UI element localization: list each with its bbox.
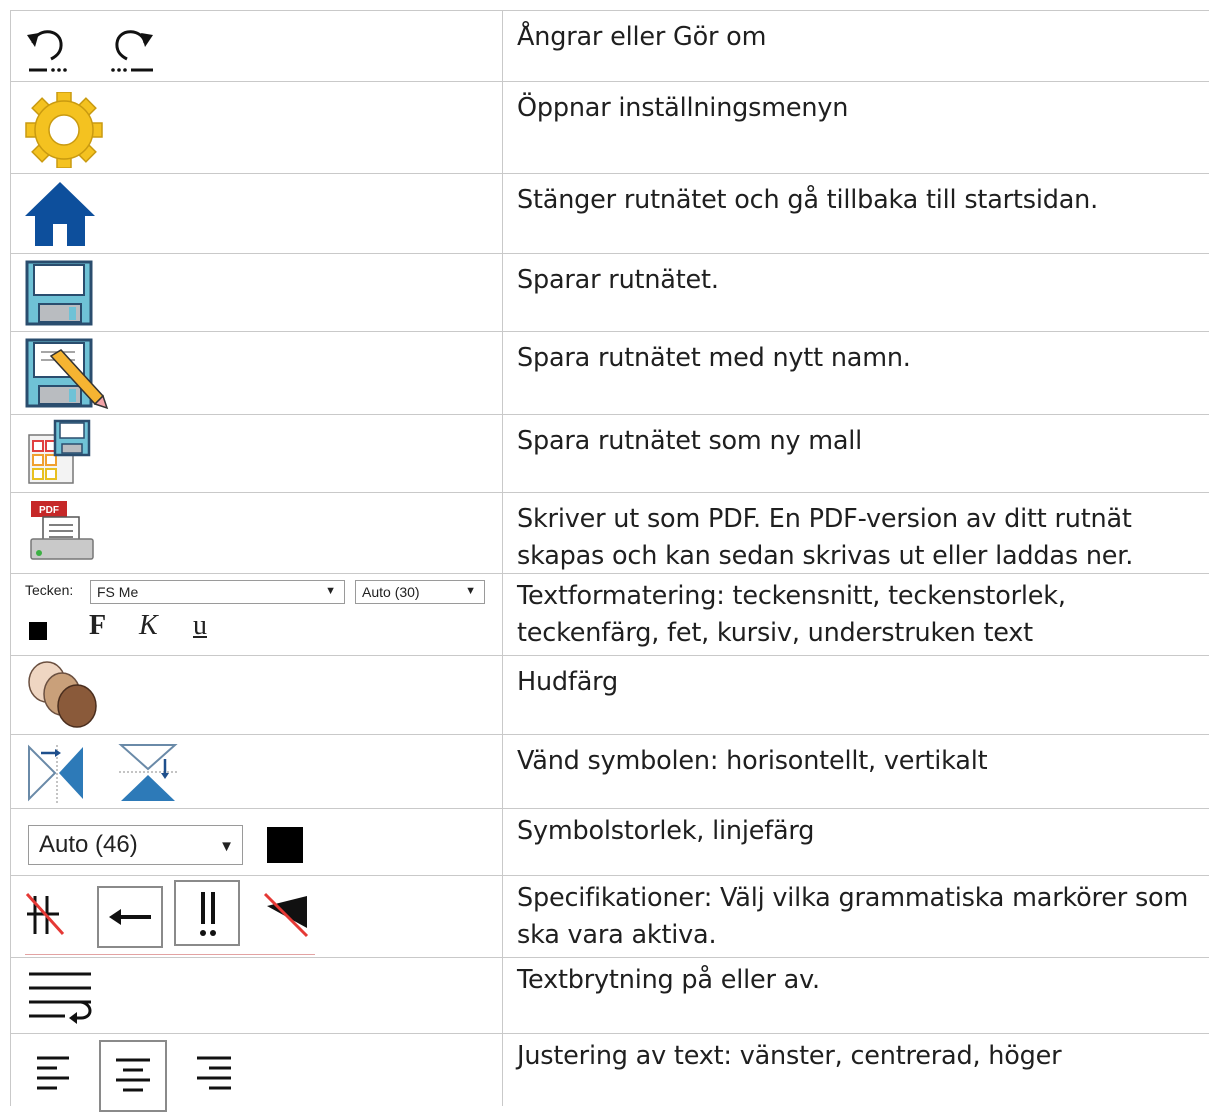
font-label: Tecken: bbox=[25, 582, 74, 598]
font-select[interactable]: FS Me ▼ bbox=[90, 580, 345, 604]
printer-pdf-icon[interactable]: PDF bbox=[27, 499, 99, 563]
row-save: Sparar rutnätet. bbox=[10, 254, 1209, 332]
icon-cell bbox=[10, 735, 503, 808]
row-specs: Specifikationer: Välj vilka grammatiska … bbox=[10, 876, 1209, 958]
marker-arrow-toggle[interactable] bbox=[97, 886, 163, 948]
icon-cell bbox=[10, 82, 503, 173]
row-skin-color: Hudfärg bbox=[10, 656, 1209, 735]
icon-cell bbox=[10, 656, 503, 734]
align-right-icon[interactable] bbox=[193, 1052, 233, 1092]
floppy-pencil-icon[interactable] bbox=[25, 338, 111, 410]
icon-cell: Auto (46) ▼ bbox=[10, 809, 503, 875]
icon-cell bbox=[10, 174, 503, 253]
arrow-left-icon bbox=[107, 900, 153, 934]
row-save-template: Spara rutnätet som ny mall bbox=[10, 415, 1209, 493]
row-description: Spara rutnätet med nytt namn. bbox=[517, 343, 911, 373]
font-size-select-value: Auto (30) bbox=[362, 584, 420, 600]
row-description: Symbolstorlek, linjefärg bbox=[517, 816, 815, 846]
font-size-select[interactable]: Auto (30) ▼ bbox=[355, 580, 485, 604]
row-description: Textformatering: teckensnitt, teckenstor… bbox=[517, 581, 1066, 648]
align-left-icon[interactable] bbox=[35, 1052, 75, 1092]
row-description: Textbrytning på eller av. bbox=[517, 965, 820, 995]
pdf-badge: PDF bbox=[39, 505, 59, 516]
marker-plural-icon[interactable] bbox=[25, 888, 79, 942]
row-save-as: Spara rutnätet med nytt namn. bbox=[10, 332, 1209, 415]
row-wrap: Textbrytning på eller av. bbox=[10, 958, 1209, 1034]
icon-cell bbox=[10, 254, 503, 331]
icon-cell bbox=[10, 332, 503, 414]
marker-exclamation-icon bbox=[194, 890, 222, 938]
row-description: Specifikationer: Välj vilka grammatiska … bbox=[517, 883, 1189, 950]
symbol-size-select[interactable]: Auto (46) ▼ bbox=[28, 825, 243, 865]
row-description: Stänger rutnätet och gå tillbaka till st… bbox=[517, 185, 1098, 215]
row-text-format: Tecken: FS Me ▼ Auto (30) ▼ F K u Textfo… bbox=[10, 574, 1209, 656]
icon-cell bbox=[10, 876, 503, 957]
row-flip: Vänd symbolen: horisontellt, vertikalt bbox=[10, 735, 1209, 809]
line-color-swatch-icon[interactable] bbox=[267, 827, 303, 863]
chevron-down-icon: ▼ bbox=[325, 585, 336, 597]
redo-icon[interactable] bbox=[101, 23, 157, 75]
text-wrap-icon[interactable] bbox=[25, 970, 95, 1026]
row-align: Justering av text: vänster, centrerad, h… bbox=[10, 1034, 1209, 1112]
row-description: Justering av text: vänster, centrerad, h… bbox=[517, 1041, 1062, 1071]
home-icon[interactable] bbox=[23, 180, 97, 248]
row-symbol-size: Auto (46) ▼ Symbolstorlek, linjefärg bbox=[10, 809, 1209, 876]
symbol-size-select-value: Auto (46) bbox=[39, 831, 138, 858]
help-table: Ångrar eller Gör om Öppnar inställningsm… bbox=[10, 10, 1209, 1112]
undo-icon[interactable] bbox=[25, 23, 77, 75]
chevron-down-icon: ▼ bbox=[219, 838, 234, 855]
row-undo-redo: Ångrar eller Gör om bbox=[10, 11, 1209, 82]
font-select-value: FS Me bbox=[97, 584, 139, 600]
icon-cell bbox=[10, 1034, 503, 1112]
bold-button[interactable]: F bbox=[89, 610, 106, 642]
icon-cell bbox=[10, 11, 503, 81]
gear-icon[interactable] bbox=[24, 92, 104, 168]
row-description: Öppnar inställningsmenyn bbox=[517, 93, 849, 123]
chevron-down-icon: ▼ bbox=[465, 585, 476, 597]
icon-cell bbox=[10, 958, 503, 1033]
marker-flag-icon[interactable] bbox=[263, 892, 311, 938]
divider bbox=[25, 954, 315, 955]
align-center-toggle[interactable] bbox=[99, 1040, 167, 1112]
row-print-pdf: PDF Skriver ut som PDF. En PDF-version a… bbox=[10, 493, 1209, 574]
row-home: Stänger rutnätet och gå tillbaka till st… bbox=[10, 174, 1209, 254]
icon-cell: Tecken: FS Me ▼ Auto (30) ▼ F K u bbox=[10, 574, 503, 655]
align-center-icon bbox=[113, 1054, 153, 1094]
row-description: Hudfärg bbox=[517, 667, 618, 697]
flip-vertical-icon[interactable] bbox=[115, 741, 181, 805]
skin-color-icon[interactable] bbox=[25, 660, 101, 730]
row-settings: Öppnar inställningsmenyn bbox=[10, 82, 1209, 174]
text-color-swatch-icon[interactable] bbox=[29, 622, 47, 640]
marker-exclamation-toggle[interactable] bbox=[174, 880, 240, 946]
underline-button[interactable]: u bbox=[193, 610, 207, 642]
floppy-icon[interactable] bbox=[25, 260, 95, 326]
row-description: Skriver ut som PDF. En PDF-version av di… bbox=[517, 504, 1134, 571]
row-description: Sparar rutnätet. bbox=[517, 265, 719, 295]
italic-button[interactable]: K bbox=[139, 610, 158, 642]
flip-horizontal-icon[interactable] bbox=[25, 741, 89, 805]
icon-cell bbox=[10, 415, 503, 492]
row-description: Spara rutnätet som ny mall bbox=[517, 426, 863, 456]
row-description: Ångrar eller Gör om bbox=[517, 22, 767, 52]
icon-cell: PDF bbox=[10, 493, 503, 573]
grid-floppy-icon[interactable] bbox=[25, 419, 91, 487]
row-description: Vänd symbolen: horisontellt, vertikalt bbox=[517, 746, 988, 776]
